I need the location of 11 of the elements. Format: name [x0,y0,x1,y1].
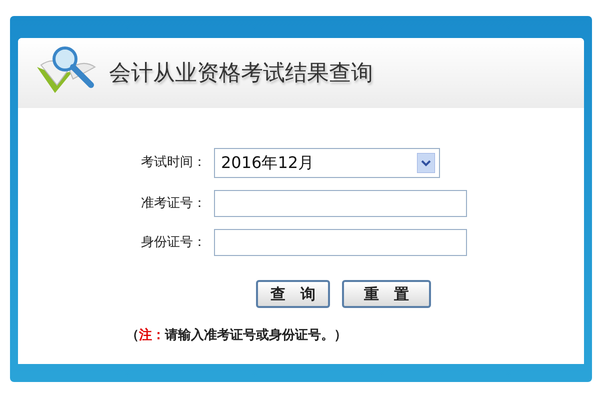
note-text: （注：请输入准考证号或身份证号。） [126,326,348,345]
input-field[interactable] [214,229,467,256]
field-label: 身份证号： [140,234,207,252]
field-label: 考试时间： [140,154,207,172]
reset-button[interactable]: 重 置 [342,280,431,308]
exam-date-dropdown[interactable]: 2016年12月 [214,148,440,178]
page-title: 会计从业资格考试结果查询 [109,60,373,88]
field-label: 准考证号： [140,194,207,213]
search-button[interactable]: 查 询 [256,280,330,308]
input-field[interactable] [214,190,467,217]
dropdown-arrow-icon [417,153,435,173]
